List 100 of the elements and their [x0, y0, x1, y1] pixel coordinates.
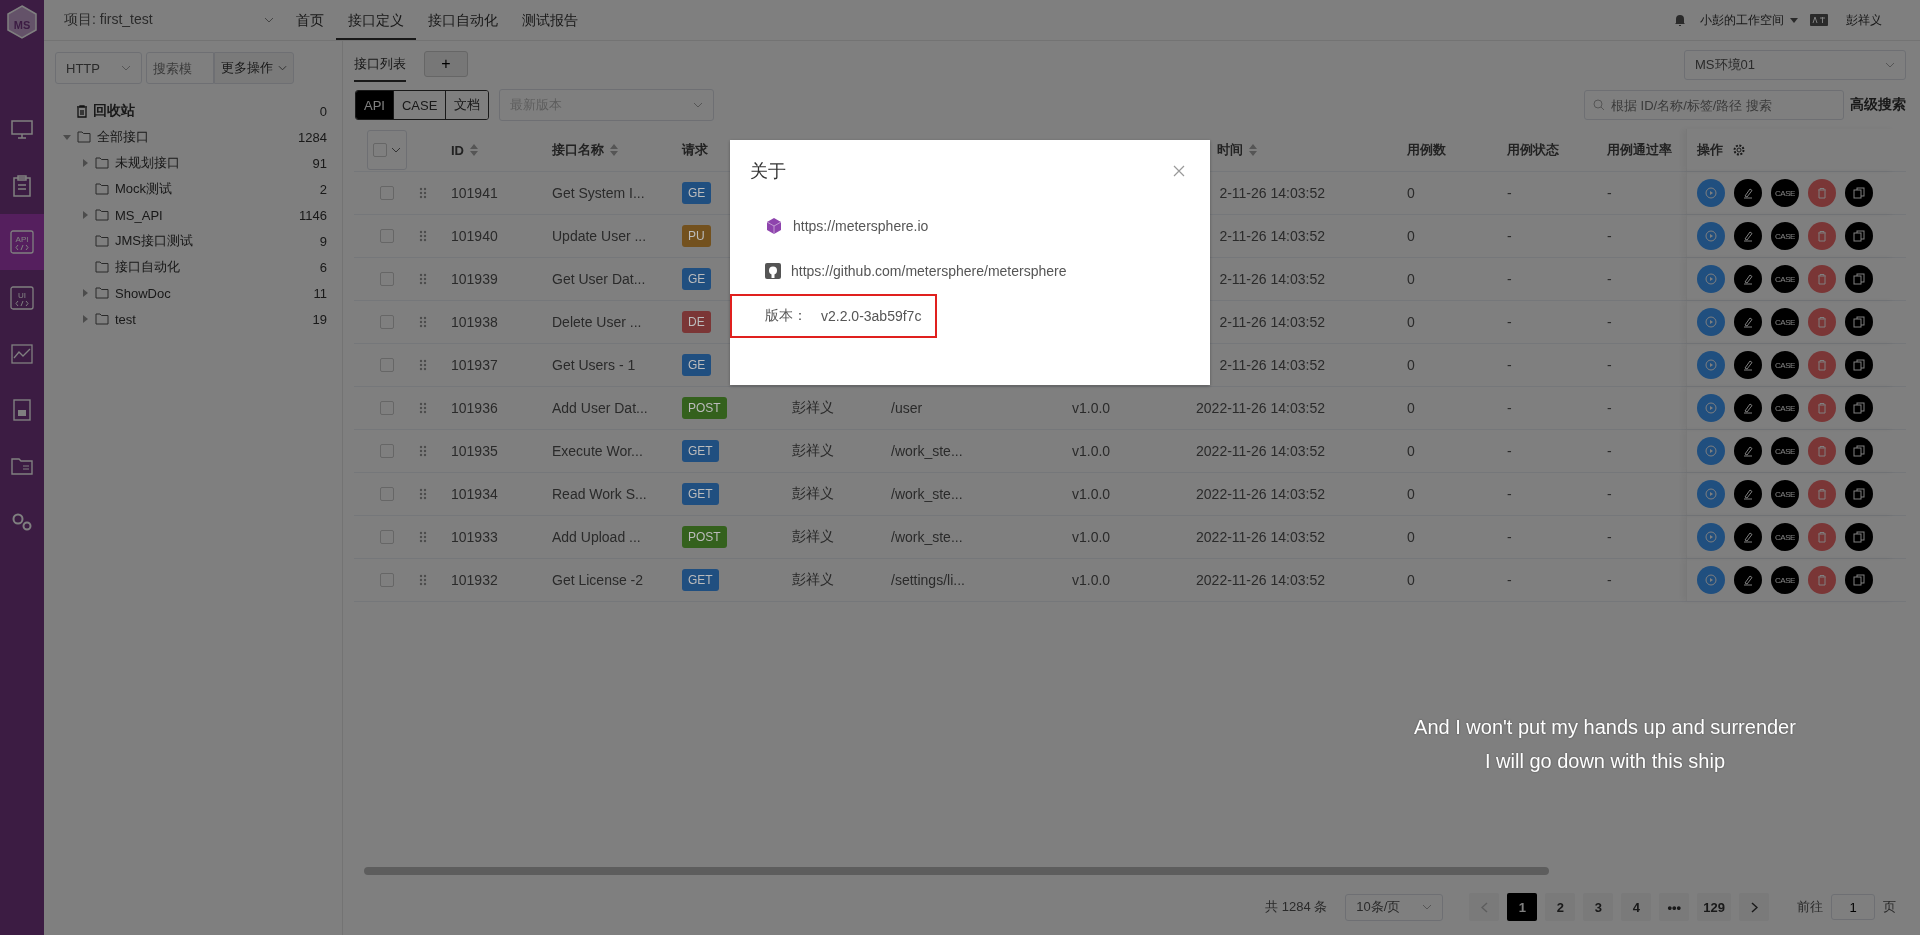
delete-button[interactable]	[1808, 523, 1836, 551]
copy-button[interactable]	[1845, 265, 1873, 293]
language-icon[interactable]	[1810, 14, 1828, 26]
page-number-field[interactable]: 1	[1831, 894, 1875, 920]
copy-button[interactable]	[1845, 480, 1873, 508]
list-tab[interactable]: 接口列表	[354, 42, 406, 82]
drag-handle-icon[interactable]	[419, 359, 427, 371]
copy-button[interactable]	[1845, 351, 1873, 379]
api-nav-item[interactable]: API	[0, 214, 44, 270]
environment-select[interactable]: MS环境01	[1684, 50, 1906, 80]
nav-tab[interactable]: 首页	[284, 0, 336, 40]
delete-button[interactable]	[1808, 480, 1836, 508]
edit-button[interactable]	[1734, 394, 1762, 422]
case-button[interactable]: CASE	[1771, 480, 1799, 508]
expand-caret-icon[interactable]	[81, 315, 89, 323]
previous-page-button[interactable]	[1469, 893, 1500, 921]
run-button[interactable]	[1697, 523, 1725, 551]
edit-button[interactable]	[1734, 437, 1762, 465]
delete-button[interactable]	[1808, 566, 1836, 594]
drag-handle-icon[interactable]	[419, 445, 427, 457]
drag-handle-icon[interactable]	[419, 574, 427, 586]
tree-node-label[interactable]: 全部接口	[97, 128, 293, 146]
row-checkbox[interactable]	[379, 487, 394, 501]
tree-node-label[interactable]: ShowDoc	[115, 285, 308, 301]
row-checkbox[interactable]	[379, 315, 394, 329]
case-button[interactable]: CASE	[1771, 351, 1799, 379]
drag-handle-icon[interactable]	[419, 531, 427, 543]
delete-button[interactable]	[1808, 222, 1836, 250]
tree-node-label[interactable]: 未规划接口	[115, 154, 307, 172]
expand-caret-icon[interactable]	[63, 133, 71, 141]
sort-icon[interactable]	[1249, 144, 1257, 156]
edit-button[interactable]	[1734, 351, 1762, 379]
advanced-search-link[interactable]: 高级搜索	[1850, 96, 1906, 114]
run-button[interactable]	[1697, 308, 1725, 336]
close-icon[interactable]	[1173, 165, 1185, 177]
expand-caret-icon[interactable]	[81, 159, 89, 167]
edit-button[interactable]	[1734, 222, 1762, 250]
next-page-button[interactable]	[1739, 893, 1769, 921]
bell-icon[interactable]	[1674, 13, 1686, 27]
edit-button[interactable]	[1734, 480, 1762, 508]
edit-button[interactable]	[1734, 566, 1762, 594]
delete-button[interactable]	[1808, 437, 1836, 465]
recycle-bin-label[interactable]: 回收站	[93, 102, 315, 120]
copy-button[interactable]	[1845, 566, 1873, 594]
module-search-field[interactable]: 搜索模	[146, 52, 214, 84]
select-all-checkbox[interactable]	[366, 130, 407, 170]
tree-node-label[interactable]: JMS接口测试	[115, 232, 314, 250]
case-button[interactable]: CASE	[1771, 222, 1799, 250]
protocol-select[interactable]: HTTP	[55, 52, 142, 84]
link[interactable]: https://metersphere.io	[793, 218, 929, 234]
mode-toggle[interactable]: 文档	[445, 91, 489, 119]
run-button[interactable]	[1697, 566, 1725, 594]
row-checkbox[interactable]	[379, 573, 394, 587]
edit-button[interactable]	[1734, 523, 1762, 551]
row-checkbox[interactable]	[379, 272, 394, 286]
scrollbar-thumb[interactable]	[364, 867, 1549, 875]
user-name[interactable]: 彭祥义	[1846, 11, 1882, 29]
run-button[interactable]	[1697, 437, 1725, 465]
copy-button[interactable]	[1845, 523, 1873, 551]
case-button[interactable]: CASE	[1771, 179, 1799, 207]
delete-button[interactable]	[1808, 265, 1836, 293]
nav-tab[interactable]: 接口定义	[336, 0, 416, 40]
tree-node-label[interactable]: 接口自动化	[115, 258, 314, 276]
run-button[interactable]	[1697, 265, 1725, 293]
delete-button[interactable]	[1808, 351, 1836, 379]
page-button[interactable]: 129	[1697, 893, 1731, 921]
case-button[interactable]: CASE	[1771, 523, 1799, 551]
case-button[interactable]: CASE	[1771, 265, 1799, 293]
page-size-select[interactable]: 10条/页	[1345, 893, 1444, 921]
nav-tab[interactable]: 测试报告	[510, 0, 590, 40]
column-header[interactable]: 时间	[1217, 141, 1243, 159]
run-button[interactable]	[1697, 351, 1725, 379]
expand-caret-icon[interactable]	[81, 289, 89, 297]
mode-toggle[interactable]: API	[356, 91, 393, 119]
copy-button[interactable]	[1845, 437, 1873, 465]
page-button[interactable]: 1	[1507, 893, 1538, 921]
settings-icon[interactable]	[1732, 143, 1746, 157]
case-button[interactable]: CASE	[1771, 394, 1799, 422]
drag-handle-icon[interactable]	[419, 187, 427, 199]
copy-button[interactable]	[1845, 179, 1873, 207]
add-tab-button[interactable]: +	[424, 51, 468, 77]
row-checkbox[interactable]	[379, 530, 394, 544]
column-header[interactable]: 接口名称	[552, 141, 604, 159]
run-button[interactable]	[1697, 222, 1725, 250]
page-button[interactable]: 2	[1545, 893, 1576, 921]
run-button[interactable]	[1697, 480, 1725, 508]
delete-button[interactable]	[1808, 179, 1836, 207]
drag-handle-icon[interactable]	[419, 273, 427, 285]
page-button[interactable]: 3	[1583, 893, 1614, 921]
copy-button[interactable]	[1845, 308, 1873, 336]
workspace-select[interactable]: 小彭的工作空间	[1700, 11, 1798, 29]
project-select[interactable]: 项目: first_test	[64, 11, 284, 29]
expand-caret-icon[interactable]	[81, 211, 89, 219]
page-button[interactable]: 4	[1621, 893, 1652, 921]
edit-button[interactable]	[1734, 179, 1762, 207]
delete-button[interactable]	[1808, 394, 1836, 422]
tree-node-label[interactable]: test	[115, 311, 307, 327]
sort-icon[interactable]	[610, 144, 618, 156]
page-button[interactable]: •••	[1659, 893, 1690, 921]
sort-icon[interactable]	[470, 144, 478, 156]
